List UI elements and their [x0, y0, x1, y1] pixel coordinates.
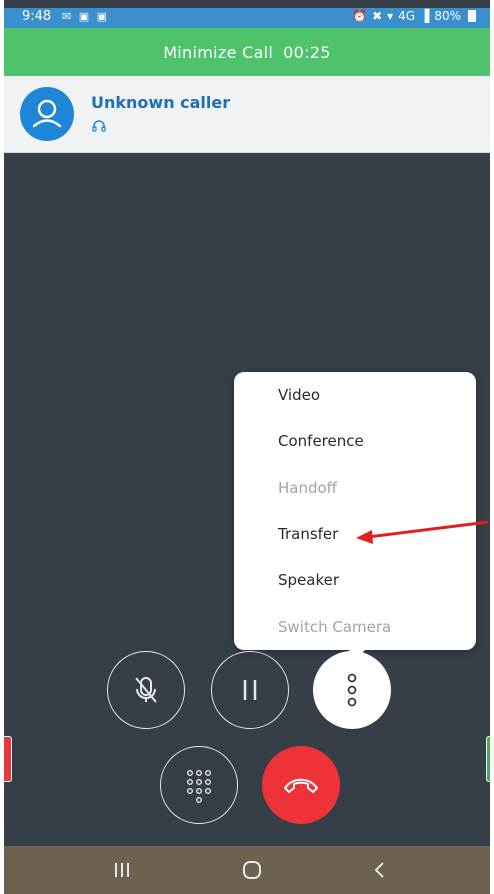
signal-text: 4G	[398, 9, 416, 23]
pause-icon	[243, 680, 257, 700]
menu-item-switch-camera: Switch Camera	[278, 618, 392, 636]
mute-button[interactable]	[107, 651, 185, 729]
status-time: 9:48	[22, 9, 52, 24]
more-options-button[interactable]	[313, 651, 391, 729]
status-bar: 9:48 ✉ ▣ ▣ ⏰ ✖ ▾ 4G ▐ 80%	[4, 8, 490, 28]
end-call-button[interactable]	[262, 746, 340, 824]
battery-text: 80%	[434, 9, 461, 23]
call-options-menu: Video Conference Handoff Transfer Speake…	[234, 372, 476, 658]
keypad-button[interactable]	[160, 746, 238, 824]
headset-icon	[92, 120, 106, 132]
menu-item-video[interactable]: Video	[278, 386, 320, 404]
menu-item-speaker[interactable]: Speaker	[278, 571, 339, 589]
call-timer: 00:25	[283, 42, 331, 62]
user-icon	[32, 99, 62, 128]
caller-avatar	[20, 87, 74, 141]
hold-button[interactable]	[211, 651, 289, 729]
edge-panel-left[interactable]	[4, 736, 12, 782]
signal-icon: ▐	[420, 9, 430, 23]
more-vertical-icon	[347, 673, 357, 707]
microphone-off-icon	[135, 677, 157, 703]
alarm-icon: ⏰	[352, 9, 368, 23]
notification-icons: ✉ ▣ ▣	[62, 10, 109, 23]
menu-item-transfer[interactable]: Transfer	[278, 525, 338, 543]
call-screen: 9:48 ✉ ▣ ▣ ⏰ ✖ ▾ 4G ▐ 80% Minimize Call …	[4, 0, 490, 894]
phone-hangup-icon	[284, 778, 318, 793]
caller-header: Unknown caller	[4, 76, 490, 153]
minimize-call-label: Minimize Call	[163, 42, 274, 62]
battery-icon	[468, 10, 476, 22]
edge-panel-right[interactable]	[486, 736, 490, 782]
dialpad-icon	[186, 769, 212, 804]
back-icon[interactable]	[368, 858, 392, 882]
recent-apps-icon[interactable]	[110, 858, 134, 882]
mute-status-icon: ✖	[372, 9, 383, 23]
location-icon: ▾	[387, 9, 394, 23]
menu-item-handoff: Handoff	[278, 479, 338, 497]
navigation-bar	[4, 846, 490, 894]
caller-name: Unknown caller	[91, 93, 231, 112]
annotation-arrow-icon	[356, 520, 489, 544]
minimize-call-bar[interactable]: Minimize Call 00:25	[4, 28, 490, 76]
status-right-group: ⏰ ✖ ▾ 4G ▐ 80%	[352, 9, 476, 23]
home-icon[interactable]	[240, 858, 264, 882]
menu-item-conference[interactable]: Conference	[278, 432, 364, 450]
